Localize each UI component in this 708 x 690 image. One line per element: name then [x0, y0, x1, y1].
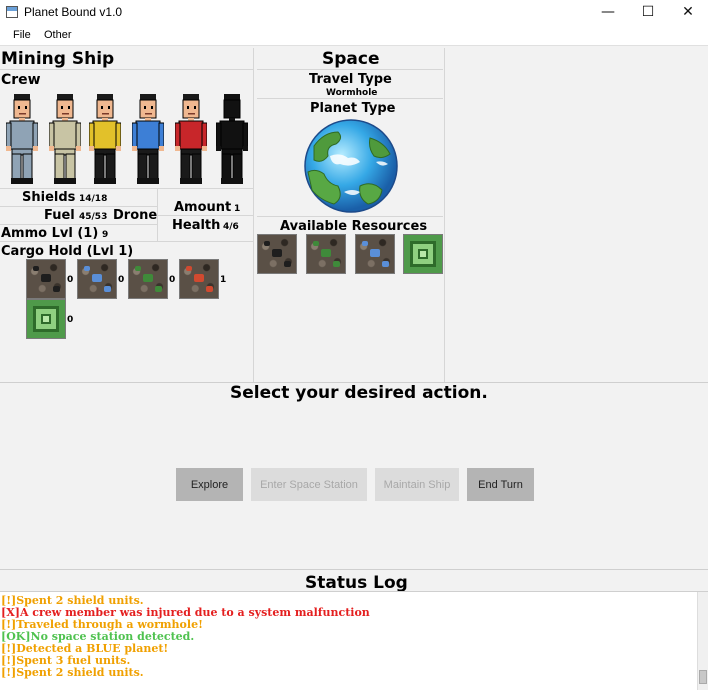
resource-artifact	[403, 234, 443, 274]
menu-file[interactable]: File	[13, 29, 31, 41]
panel-divider	[253, 48, 254, 382]
crew-gray-member	[6, 94, 38, 184]
maintain-ship-button[interactable]: Maintain Ship	[375, 468, 459, 501]
crew-silhouette-member	[216, 94, 248, 184]
gem	[284, 261, 291, 267]
gem	[370, 249, 380, 257]
gem	[104, 286, 111, 292]
explore-button[interactable]: Explore	[176, 468, 243, 501]
gem	[92, 274, 102, 282]
gem	[135, 266, 141, 271]
drone-label: Drone	[113, 208, 158, 223]
window-title: Planet Bound v1.0	[24, 5, 123, 19]
menu-bar: File Other	[0, 26, 708, 46]
drone-amount-value: 1	[234, 204, 241, 214]
gem	[321, 249, 331, 257]
resource-green	[306, 234, 346, 274]
cargo-black-count: 0	[67, 275, 74, 285]
gem	[272, 249, 282, 257]
planet-image	[304, 119, 398, 213]
artifact-inner	[418, 249, 428, 259]
divider	[0, 224, 157, 225]
travel-type-value: Wormhole	[326, 88, 378, 98]
gem	[33, 266, 39, 271]
gem	[264, 241, 270, 246]
gem	[362, 241, 368, 246]
divider	[257, 98, 443, 99]
cargo-artifact-resource	[26, 299, 66, 339]
app-icon	[6, 6, 18, 18]
crew-beige-member	[49, 94, 81, 184]
gem	[206, 286, 213, 292]
gem	[382, 261, 389, 267]
artifact-inner	[41, 314, 51, 324]
ammo-value: 9	[102, 230, 109, 240]
section-divider	[0, 569, 708, 570]
panel-divider	[444, 48, 445, 382]
crew-blue-member	[132, 94, 164, 184]
divider	[257, 69, 443, 70]
divider	[0, 188, 253, 189]
status-log-title: Status Log	[305, 573, 408, 593]
gem	[41, 274, 51, 282]
divider	[257, 216, 443, 217]
shields-label: Shields	[22, 190, 76, 205]
action-prompt: Select your desired action.	[230, 383, 488, 403]
cargo-artifact-count: 0	[67, 315, 74, 325]
ship-title: Mining Ship	[1, 49, 115, 69]
artifact-core	[410, 241, 436, 267]
end-turn-button[interactable]: End Turn	[467, 468, 534, 501]
cargo-blue-count: 0	[118, 275, 125, 285]
artifact-core	[33, 306, 59, 332]
drone-health-value: 4/6	[223, 222, 239, 232]
crew-gold-member	[89, 94, 121, 184]
log-scrollbar[interactable]	[697, 592, 708, 690]
resource-blue	[355, 234, 395, 274]
resource-black	[257, 234, 297, 274]
cargo-blue-resource	[77, 259, 117, 299]
crew-label: Crew	[1, 72, 41, 88]
cargo-green-count: 0	[169, 275, 176, 285]
gem	[143, 274, 153, 282]
maximize-button[interactable]: ☐	[628, 0, 668, 26]
gem	[313, 241, 319, 246]
log-scrollbar-thumb[interactable]	[699, 670, 707, 684]
cargo-label: Cargo Hold (Lvl 1)	[1, 244, 134, 259]
menu-other[interactable]: Other	[44, 29, 72, 41]
title-bar: Planet Bound v1.0 — ☐ ✕	[0, 0, 708, 26]
close-button[interactable]: ✕	[668, 0, 708, 26]
gem	[186, 266, 192, 271]
enter-space-station-button[interactable]: Enter Space Station	[251, 468, 367, 501]
status-log[interactable]: [!]Spent 2 shield units. [X]A crew member…	[0, 591, 708, 690]
minimize-button[interactable]: —	[588, 0, 628, 26]
divider	[0, 206, 157, 207]
available-resources-label: Available Resources	[280, 219, 428, 234]
cargo-black-resource	[26, 259, 66, 299]
gem	[53, 286, 60, 292]
fuel-label: Fuel	[44, 208, 75, 223]
cargo-green-resource	[128, 259, 168, 299]
shields-value: 14/18	[79, 194, 108, 204]
crew-red-member	[175, 94, 207, 184]
gem	[155, 286, 162, 292]
divider	[0, 69, 253, 70]
travel-type-label: Travel Type	[309, 72, 392, 87]
gem	[84, 266, 90, 271]
gem	[333, 261, 340, 267]
divider	[0, 241, 253, 242]
drone-amount-label: Amount	[174, 200, 232, 215]
cargo-red-count: 1	[220, 275, 227, 285]
log-entry: [!]Spent 2 shield units.	[1, 666, 144, 679]
cargo-red-resource	[179, 259, 219, 299]
fuel-value: 45/53	[79, 212, 108, 222]
space-title: Space	[322, 49, 380, 69]
divider	[157, 215, 253, 216]
ammo-label: Ammo Lvl (1)	[1, 226, 99, 241]
planet-type-label: Planet Type	[310, 101, 396, 116]
gem	[194, 274, 204, 282]
drone-health-label: Health	[172, 218, 221, 233]
